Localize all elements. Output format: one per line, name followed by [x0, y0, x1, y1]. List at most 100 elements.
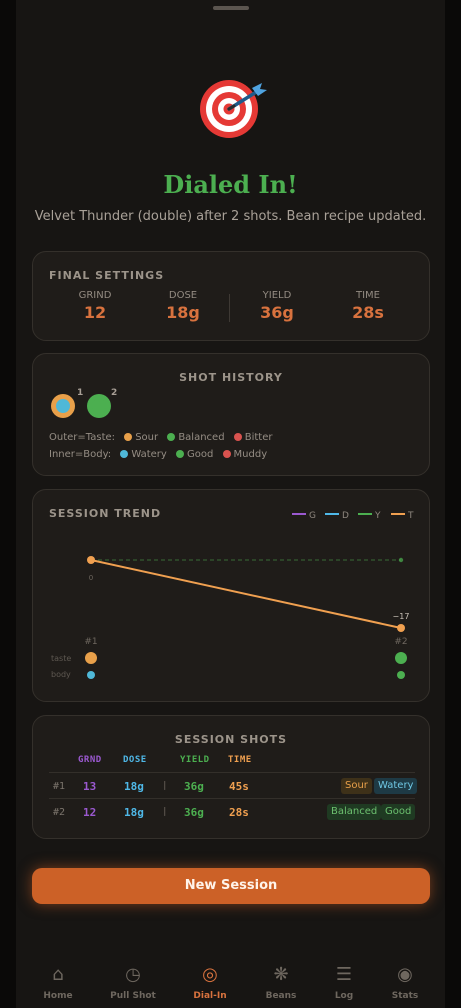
trend-end-label: −17: [393, 612, 410, 621]
bean-icon: ❋: [273, 964, 289, 985]
session-shots-label: SESSION SHOTS: [174, 733, 288, 746]
good-swatch: [176, 449, 185, 458]
setting-time-value: 28s: [352, 303, 384, 322]
nav-label-pull-shot: Pull Shot: [110, 991, 156, 1001]
row-grind: 12: [83, 806, 97, 819]
new-session-button[interactable]: New Session: [32, 868, 430, 904]
bitter-swatch: [233, 432, 242, 441]
stats-icon: ◉: [397, 964, 413, 985]
setting-yield: YIELD 36g: [237, 290, 317, 322]
backdrop-right: [445, 0, 461, 1008]
nav-item-pull-shot[interactable]: ◷ Pull Shot: [98, 962, 168, 1001]
session-shots-card: SESSION SHOTS GRND DOSE YIELD TIME #1 13…: [32, 715, 430, 839]
row-yield: 36g: [184, 806, 204, 819]
sour-legend-text: Sour: [135, 432, 159, 443]
setting-dose-key: DOSE: [168, 290, 198, 301]
setting-yield-value: 36g: [260, 303, 294, 322]
body-row-label: body: [51, 670, 71, 679]
setting-time-key: TIME: [355, 290, 380, 301]
session-trend-chart: 0 −17 #1 #2 taste body: [51, 556, 410, 679]
row-separator: |: [162, 781, 168, 791]
col-header-grind: GRND: [78, 755, 102, 765]
taste-chip: Balanced: [327, 804, 382, 820]
taste-point-1: [85, 652, 97, 664]
row-grind: 13: [83, 780, 97, 793]
nav-item-beans[interactable]: ❋ Beans: [246, 962, 316, 1001]
col-header-time: TIME: [228, 755, 252, 765]
series-point-t-1: [87, 556, 95, 564]
setting-dose-value: 18g: [166, 303, 200, 322]
body-legend-label: Inner=Body:: [49, 449, 112, 460]
sour-swatch: [124, 432, 133, 441]
final-settings-card: FINAL SETTINGS GRIND 12 DOSE 18g YIELD 3…: [32, 251, 430, 341]
taste-chip: Sour: [341, 778, 372, 794]
shot-dot-2[interactable]: [87, 394, 111, 418]
trend-x-label-2: #2: [394, 637, 407, 647]
series-point-y-2: [398, 557, 404, 563]
body-chip: Good: [381, 804, 416, 820]
body-chip: Watery: [374, 778, 418, 794]
col-header-yield: YIELD: [180, 755, 210, 765]
body-legend: Inner=Body: Watery Good Muddy: [49, 449, 273, 460]
sheet-drag-handle[interactable]: [213, 6, 249, 10]
table-row[interactable]: #2 12 18g | 36g 28s Balanced Good: [49, 798, 416, 824]
row-id: #1: [53, 781, 66, 792]
row-dose: 18g: [124, 806, 144, 819]
page-subtitle: Velvet Thunder (double) after 2 shots. B…: [34, 209, 427, 224]
muddy-swatch: [222, 449, 231, 458]
nav-label-log: Log: [334, 991, 354, 1001]
backdrop-left: [0, 0, 16, 1008]
nav-item-log[interactable]: ☰ Log: [309, 962, 379, 1001]
series-point-t-2: [397, 624, 405, 632]
setting-time: TIME 28s: [328, 290, 408, 322]
shot-history-label: SHOT HISTORY: [179, 371, 283, 384]
shot-dot-1[interactable]: [51, 394, 75, 418]
shot-dot-1-number: 1: [77, 388, 84, 398]
taste-legend: Outer=Taste: Sour Balanced Bitter: [49, 432, 278, 443]
body-point-2: [397, 671, 405, 679]
row-dose: 18g: [124, 780, 144, 793]
shot-dot-1-inner: [56, 399, 70, 413]
nav-label-dial-in: Dial-In: [193, 991, 227, 1001]
muddy-legend-text: Muddy: [233, 449, 268, 460]
row-yield: 36g: [184, 780, 204, 793]
row-time: 28s: [229, 806, 249, 819]
home-icon: ⌂: [52, 964, 64, 985]
trend-start-label: 0: [89, 574, 93, 582]
setting-grind-value: 12: [83, 303, 107, 322]
nav-label-home: Home: [43, 991, 73, 1001]
list-icon: ☰: [335, 964, 353, 985]
nav-label-stats: Stats: [391, 991, 419, 1001]
body-point-1: [87, 671, 95, 679]
table-row[interactable]: #1 13 18g | 36g 45s Sour Watery: [49, 772, 418, 798]
shot-dot-2-inner: [92, 399, 106, 413]
balanced-legend-text: Balanced: [178, 432, 225, 443]
session-trend-card: SESSION TREND G D Y T 0 −17 #1 #2 taste …: [32, 489, 430, 702]
row-separator: |: [162, 807, 168, 817]
bitter-legend-text: Bitter: [244, 432, 273, 443]
trend-x-label-1: #1: [84, 637, 97, 647]
bottom-nav: ⌂ Home ◷ Pull Shot ◎ Dial-In ❋ Beans ☰ L…: [16, 962, 445, 1008]
taste-point-2: [395, 652, 407, 664]
taste-row-label: taste: [51, 654, 71, 663]
watery-swatch: [120, 449, 129, 458]
nav-label-beans: Beans: [265, 991, 297, 1001]
target-icon: ◎: [202, 964, 218, 985]
taste-legend-label: Outer=Taste:: [49, 432, 116, 443]
timer-icon: ◷: [125, 964, 141, 985]
nav-item-dial-in[interactable]: ◎ Dial-In: [175, 962, 245, 1001]
setting-yield-key: YIELD: [262, 290, 292, 301]
good-legend-text: Good: [187, 449, 214, 460]
watery-legend-text: Watery: [131, 449, 167, 460]
nav-item-home[interactable]: ⌂ Home: [23, 962, 93, 1001]
row-time: 45s: [229, 780, 249, 793]
row-id: #2: [53, 807, 66, 818]
col-header-dose: DOSE: [123, 755, 147, 765]
balanced-swatch: [167, 432, 176, 441]
final-settings-label: FINAL SETTINGS: [49, 269, 165, 282]
nav-item-stats[interactable]: ◉ Stats: [370, 962, 440, 1001]
setting-grind: GRIND 12: [55, 290, 135, 322]
setting-dose: DOSE 18g: [143, 290, 223, 322]
setting-grind-key: GRIND: [78, 290, 112, 301]
settings-divider: [229, 294, 230, 322]
